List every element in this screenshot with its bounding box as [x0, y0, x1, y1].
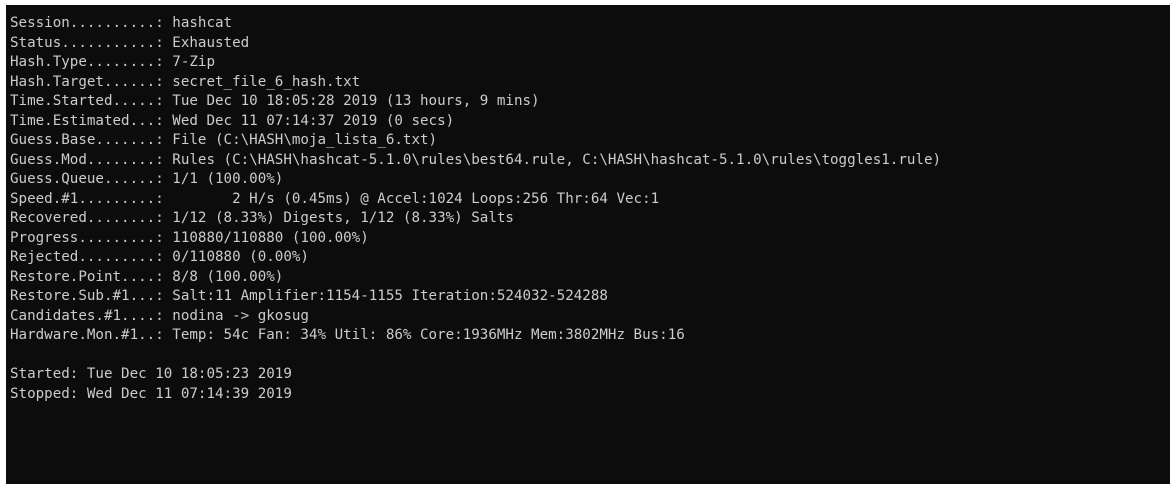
- terminal-line-guess-queue: Guess.Queue......: 1/1 (100.00%): [10, 171, 284, 187]
- terminal-line-session: Session..........: hashcat: [10, 15, 233, 31]
- terminal-line-started: Started: Tue Dec 10 18:05:23 2019: [10, 366, 292, 382]
- terminal-line-recovered: Recovered........: 1/12 (8.33%) Digests,…: [10, 210, 514, 226]
- terminal-window[interactable]: Session..........: hashcat Status.......…: [6, 5, 1170, 484]
- terminal-line-hash-type: Hash.Type........: 7-Zip: [10, 54, 215, 70]
- terminal-line-progress: Progress.........: 110880/110880 (100.00…: [10, 229, 369, 246]
- terminal-line-stopped: Stopped: Wed Dec 11 07:14:39 2019: [10, 385, 292, 402]
- terminal-line-time-started: Time.Started.....: Tue Dec 10 18:05:28 2…: [10, 93, 540, 109]
- terminal-line-guess-base: Guess.Base.......: File (C:\HASH\moja_li…: [10, 132, 438, 148]
- terminal-line-candidates: Candidates.#1....: nodina -> gkosug: [10, 307, 309, 324]
- terminal-line-status: Status...........: Exhausted: [10, 34, 250, 51]
- terminal-line-time-estimated: Time.Estimated...: Wed Dec 11 07:14:37 2…: [10, 112, 455, 129]
- terminal-line-rejected: Rejected.........: 0/110880 (0.00%): [10, 249, 309, 265]
- terminal-line-hardware-mon: Hardware.Mon.#1..: Temp: 54c Fan: 34% Ut…: [10, 327, 685, 343]
- terminal-output: Session..........: hashcat Status.......…: [6, 5, 1170, 404]
- terminal-line-speed: Speed.#1.........: 2 H/s (0.45ms) @ Acce…: [10, 190, 660, 207]
- terminal-line-restore-point: Restore.Point....: 8/8 (100.00%): [10, 268, 284, 285]
- terminal-line-restore-sub: Restore.Sub.#1...: Salt:11 Amplifier:115…: [10, 288, 608, 304]
- terminal-line-hash-target: Hash.Target......: secret_file_6_hash.tx…: [10, 73, 361, 90]
- terminal-line-guess-mod: Guess.Mod........: Rules (C:\HASH\hashca…: [10, 151, 942, 168]
